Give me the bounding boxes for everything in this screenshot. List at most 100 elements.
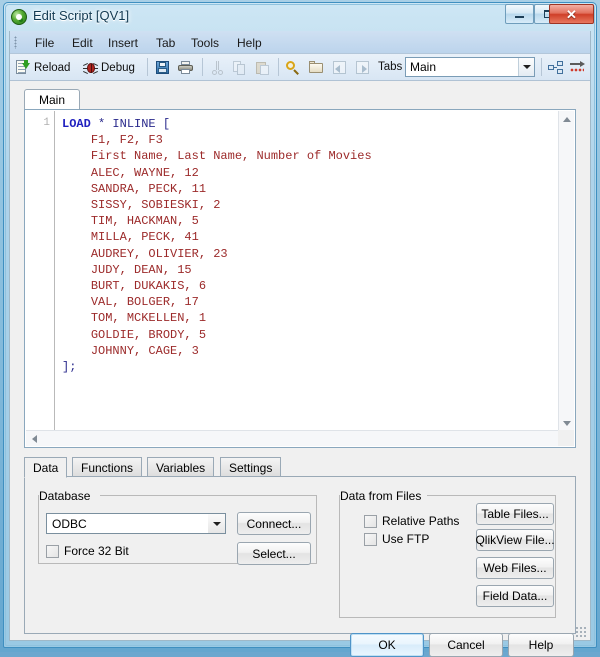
help-button[interactable]: Help xyxy=(508,633,574,657)
scroll-up-button[interactable] xyxy=(559,111,575,127)
code-token: TIM, HACKMAN, 5 xyxy=(90,214,199,229)
resize-grip[interactable] xyxy=(575,626,587,638)
tab-settings-label: Settings xyxy=(229,460,273,475)
copy-button[interactable] xyxy=(233,57,247,78)
menu-item-insert[interactable]: Insert xyxy=(103,34,143,52)
database-group-line xyxy=(316,495,317,563)
save-button[interactable] xyxy=(155,57,170,78)
cancel-button[interactable]: Cancel xyxy=(429,633,503,657)
code-token: First Name, Last Name, Number of Movies xyxy=(90,149,372,164)
code-line: TOM, MCKELLEN, 1 xyxy=(62,310,372,326)
code-token: ]; xyxy=(62,360,77,375)
toolbar-separator xyxy=(202,58,203,76)
menu-grip-handle[interactable] xyxy=(14,36,17,49)
code-area[interactable]: 1 LOAD * INLINE [ F1, F2, F3 First Name,… xyxy=(26,111,559,431)
web-files-label: Web Files... xyxy=(483,561,547,575)
use-ftp-checkbox[interactable]: Use FTP xyxy=(364,532,429,546)
close-button[interactable]: ✕ xyxy=(549,4,594,24)
scroll-left-button[interactable] xyxy=(26,431,42,447)
data-from-files-group-line xyxy=(339,617,556,618)
panel-tab-strip: Data Functions Variables Settings xyxy=(24,457,576,478)
cut-button[interactable] xyxy=(210,57,224,78)
menu-item-tools[interactable]: Tools xyxy=(186,34,224,52)
table-files-label: Table Files... xyxy=(481,507,549,521)
menu-item-file[interactable]: File xyxy=(30,34,59,52)
tab-data[interactable]: Data xyxy=(24,457,68,478)
menu-item-tab[interactable]: Tab xyxy=(151,34,180,52)
minimize-icon xyxy=(506,5,533,23)
qlikview-logo-icon xyxy=(11,9,27,25)
table-viewer-button[interactable] xyxy=(548,57,563,78)
debug-button[interactable]: Debug xyxy=(83,57,135,78)
script-code[interactable]: LOAD * INLINE [ F1, F2, F3 First Name, L… xyxy=(62,116,372,375)
menu-bar: File Edit Insert Tab Tools Help xyxy=(10,31,590,54)
paste-button[interactable] xyxy=(256,57,270,78)
menu-item-help[interactable]: Help xyxy=(232,34,267,52)
window-title: Edit Script [QV1] xyxy=(33,8,130,23)
qlikview-file-button[interactable]: QlikView File... xyxy=(475,529,555,551)
use-ftp-label: Use FTP xyxy=(382,532,430,546)
line-number-gutter: 1 xyxy=(26,111,55,431)
connect-button[interactable]: Connect... xyxy=(237,512,311,535)
tab-variables[interactable]: Variables xyxy=(147,457,215,477)
window-frame: Edit Script [QV1] ✕ File Edit Insert Tab… xyxy=(0,0,600,657)
paste-icon xyxy=(256,61,270,75)
hierarchy-icon xyxy=(548,61,563,74)
table-files-button[interactable]: Table Files... xyxy=(476,503,554,525)
code-token: VAL, BOLGER, 17 xyxy=(90,295,199,310)
scroll-down-button[interactable] xyxy=(559,415,575,431)
toolbar-separator xyxy=(541,58,542,76)
menu-item-edit[interactable]: Edit xyxy=(67,34,98,52)
tabs-combo[interactable]: Main xyxy=(405,57,535,77)
chevron-down-icon[interactable] xyxy=(518,58,534,76)
database-group-line xyxy=(38,495,39,563)
open-folder-button[interactable] xyxy=(309,57,324,78)
code-token: F1, F2, F3 xyxy=(90,133,163,148)
arrow-squiggle-icon xyxy=(570,61,585,74)
select-button-label: Select... xyxy=(252,546,296,561)
field-data-label: Field Data... xyxy=(482,589,548,603)
script-editor[interactable]: 1 LOAD * INLINE [ F1, F2, F3 First Name,… xyxy=(24,109,576,448)
code-token: TOM, MCKELLEN, 1 xyxy=(90,311,207,326)
data-from-files-group-line xyxy=(555,495,556,617)
code-line: F1, F2, F3 xyxy=(62,132,372,148)
print-button[interactable] xyxy=(178,57,193,78)
code-token: MILLA, PECK, 41 xyxy=(90,230,199,245)
field-data-button[interactable]: Field Data... xyxy=(476,585,554,607)
code-token: SANDRA, PECK, 11 xyxy=(90,181,207,196)
checkbox-box xyxy=(46,544,59,558)
tab-data-label: Data xyxy=(33,460,59,475)
select-button[interactable]: Select... xyxy=(237,542,311,565)
reload-label: Reload xyxy=(34,61,71,74)
cancel-button-label: Cancel xyxy=(447,638,485,652)
ok-button[interactable]: OK xyxy=(350,633,424,657)
syntax-check-button[interactable] xyxy=(570,57,585,78)
relative-paths-checkbox[interactable]: Relative Paths xyxy=(364,514,459,528)
tab-functions-label: Functions xyxy=(81,460,134,475)
force-32-bit-checkbox[interactable]: Force 32 Bit xyxy=(46,544,129,558)
editor-tab-main[interactable]: Main xyxy=(24,89,81,110)
reload-button[interactable]: Reload xyxy=(16,57,70,78)
next-tab-button[interactable] xyxy=(355,57,370,78)
code-line: SANDRA, PECK, 11 xyxy=(62,181,372,197)
tab-settings[interactable]: Settings xyxy=(220,457,282,477)
code-line: BURT, DUKAKIS, 6 xyxy=(62,278,372,294)
code-line: JOHNNY, CAGE, 3 xyxy=(62,343,372,359)
previous-tab-button[interactable] xyxy=(332,57,347,78)
editor-vertical-scrollbar[interactable] xyxy=(558,111,574,431)
code-token: AUDREY, OLIVIER, 23 xyxy=(90,246,228,261)
database-group-label: Database xyxy=(39,489,95,503)
toolbar-separator xyxy=(278,58,279,76)
search-button[interactable] xyxy=(286,57,300,78)
chevron-down-icon[interactable] xyxy=(208,514,225,533)
web-files-button[interactable]: Web Files... xyxy=(476,557,554,579)
editor-horizontal-scrollbar[interactable] xyxy=(26,430,559,446)
database-type-combo[interactable]: ODBC xyxy=(46,513,226,534)
code-line: ALEC, WAYNE, 12 xyxy=(62,165,372,181)
database-type-value: ODBC xyxy=(52,517,87,531)
minimize-button[interactable] xyxy=(505,4,534,24)
tab-functions[interactable]: Functions xyxy=(72,457,143,477)
code-token: INLINE xyxy=(112,117,156,131)
relative-paths-label: Relative Paths xyxy=(382,514,460,528)
reload-icon xyxy=(16,60,31,75)
